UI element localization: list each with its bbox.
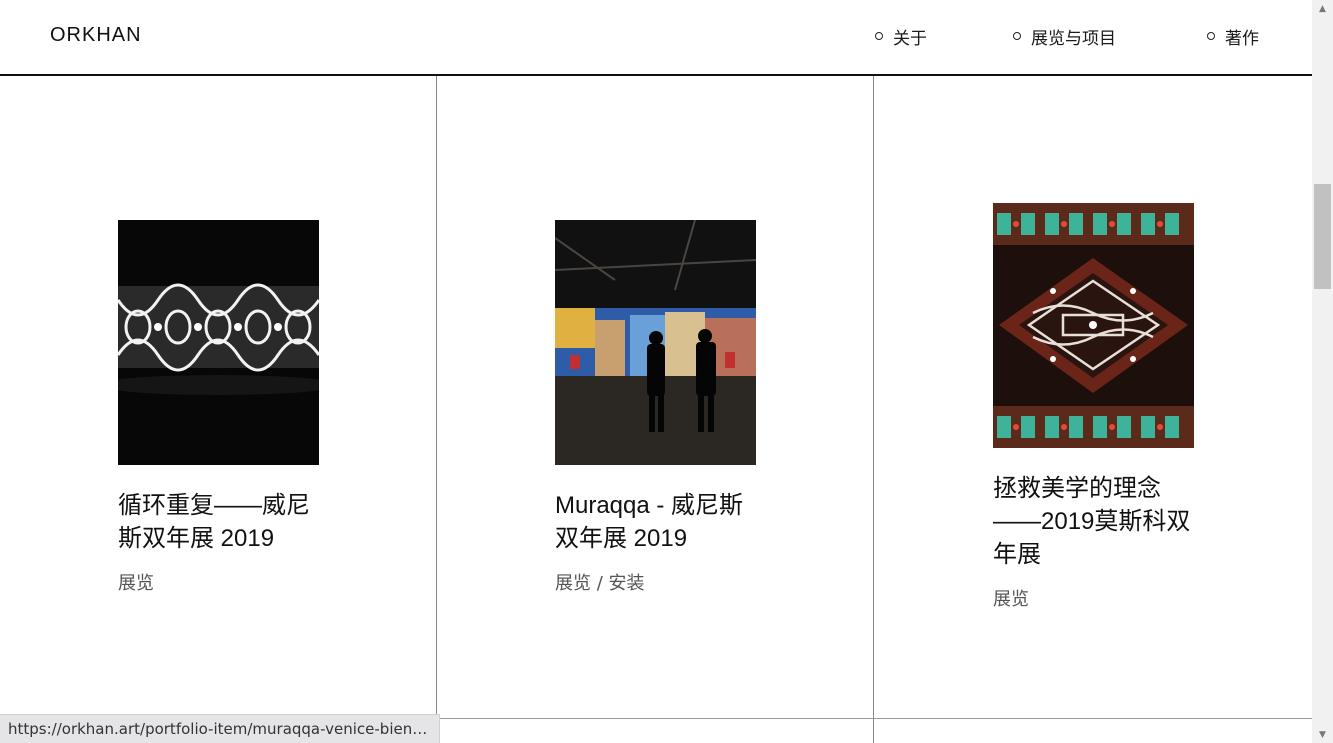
site-logo[interactable]: ORKHAN	[50, 24, 142, 47]
scroll-up-arrow-icon[interactable]: ▲	[1312, 0, 1333, 17]
status-bar-link-url: https://orkhan.art/portfolio-item/muraqq…	[0, 714, 440, 743]
vertical-scrollbar[interactable]: ▲ ▼	[1312, 0, 1333, 743]
project-title[interactable]: 循环重复——威尼斯双年展 2019	[118, 489, 323, 555]
portfolio-card-muraqqa[interactable]: Muraqqa - 威尼斯双年展 2019 展览 / 安装	[555, 220, 760, 595]
page: ORKHAN 关于 展览与项目 著作 循环重复——威尼斯双年展 2019 展览 …	[0, 0, 1312, 743]
row-divider	[873, 718, 1312, 719]
project-category[interactable]: 展览 / 安装	[555, 569, 760, 595]
nav-label: 关于	[893, 28, 927, 49]
project-title[interactable]: Muraqqa - 威尼斯双年展 2019	[555, 489, 760, 555]
circle-bullet-icon	[1207, 32, 1215, 40]
nav-item-exhibitions[interactable]: 展览与项目	[1013, 24, 1116, 49]
nav-item-writings[interactable]: 著作	[1207, 24, 1259, 49]
nav-item-about[interactable]: 关于	[875, 24, 927, 49]
portfolio-card-cyclic-repetition[interactable]: 循环重复——威尼斯双年展 2019 展览	[118, 220, 323, 595]
column-divider	[873, 76, 874, 743]
project-thumbnail[interactable]	[555, 220, 756, 465]
project-title[interactable]: 拯救美学的理念——2019莫斯科双年展	[993, 472, 1198, 571]
nav-label: 展览与项目	[1031, 28, 1116, 49]
portfolio-grid: 循环重复——威尼斯双年展 2019 展览 Muraqqa - 威尼斯双年展 20…	[0, 76, 1312, 743]
circle-bullet-icon	[1013, 32, 1021, 40]
nav-label: 著作	[1225, 28, 1259, 49]
row-divider	[436, 718, 873, 719]
circle-bullet-icon	[875, 32, 883, 40]
project-category[interactable]: 展览	[993, 585, 1198, 611]
project-category[interactable]: 展览	[118, 569, 323, 595]
column-divider	[436, 76, 437, 743]
site-header: ORKHAN 关于 展览与项目 著作	[0, 0, 1312, 76]
scrollbar-thumb[interactable]	[1314, 184, 1331, 289]
project-thumbnail[interactable]	[118, 220, 319, 465]
scroll-down-arrow-icon[interactable]: ▼	[1312, 726, 1333, 743]
portfolio-card-aesthetics[interactable]: 拯救美学的理念——2019莫斯科双年展 展览	[993, 203, 1198, 611]
project-thumbnail[interactable]	[993, 203, 1194, 448]
